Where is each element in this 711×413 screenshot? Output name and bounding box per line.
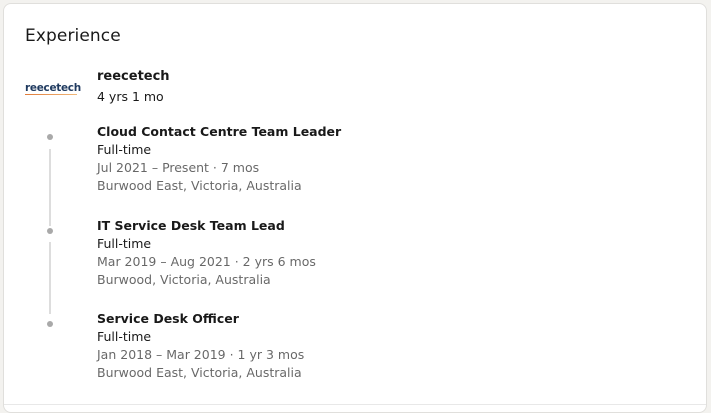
role-employment-type: Full-time (97, 329, 152, 344)
section-divider (4, 404, 706, 405)
experience-card: Experience reecetech reecetech 4 yrs 1 m… (3, 3, 707, 413)
role-dates: Jan 2018 – Mar 2019 · 1 yr 3 mos (97, 347, 305, 362)
role-location: Burwood East, Victoria, Australia (97, 365, 302, 380)
role-location: Burwood, Victoria, Australia (97, 272, 271, 287)
section-title: Experience (25, 26, 121, 46)
role-employment-type: Full-time (97, 142, 152, 157)
company-logo[interactable]: reecetech (25, 82, 81, 97)
role-dates: Mar 2019 – Aug 2021 · 2 yrs 6 mos (97, 254, 316, 269)
timeline-dot (47, 228, 53, 234)
role-title: Cloud Contact Centre Team Leader (97, 124, 342, 139)
role-item[interactable]: Service Desk Officer Full-time Jan 2018 … (97, 310, 304, 382)
role-dates: Jul 2021 – Present · 7 mos (97, 160, 260, 175)
role-item[interactable]: Cloud Contact Centre Team Leader Full-ti… (97, 123, 341, 195)
role-employment-type: Full-time (97, 236, 152, 251)
role-item[interactable]: IT Service Desk Team Lead Full-time Mar … (97, 217, 316, 289)
timeline-dot (47, 134, 53, 140)
company-logo-text: reecetech (25, 82, 81, 94)
company-logo-underline (25, 94, 77, 95)
company-name[interactable]: reecetech (97, 69, 170, 84)
role-title: IT Service Desk Team Lead (97, 218, 285, 233)
company-duration: 4 yrs 1 mo (97, 89, 164, 104)
role-title: Service Desk Officer (97, 311, 239, 326)
timeline-connector (49, 149, 51, 226)
timeline-connector (49, 242, 51, 314)
role-location: Burwood East, Victoria, Australia (97, 178, 302, 193)
timeline-dot (47, 321, 53, 327)
